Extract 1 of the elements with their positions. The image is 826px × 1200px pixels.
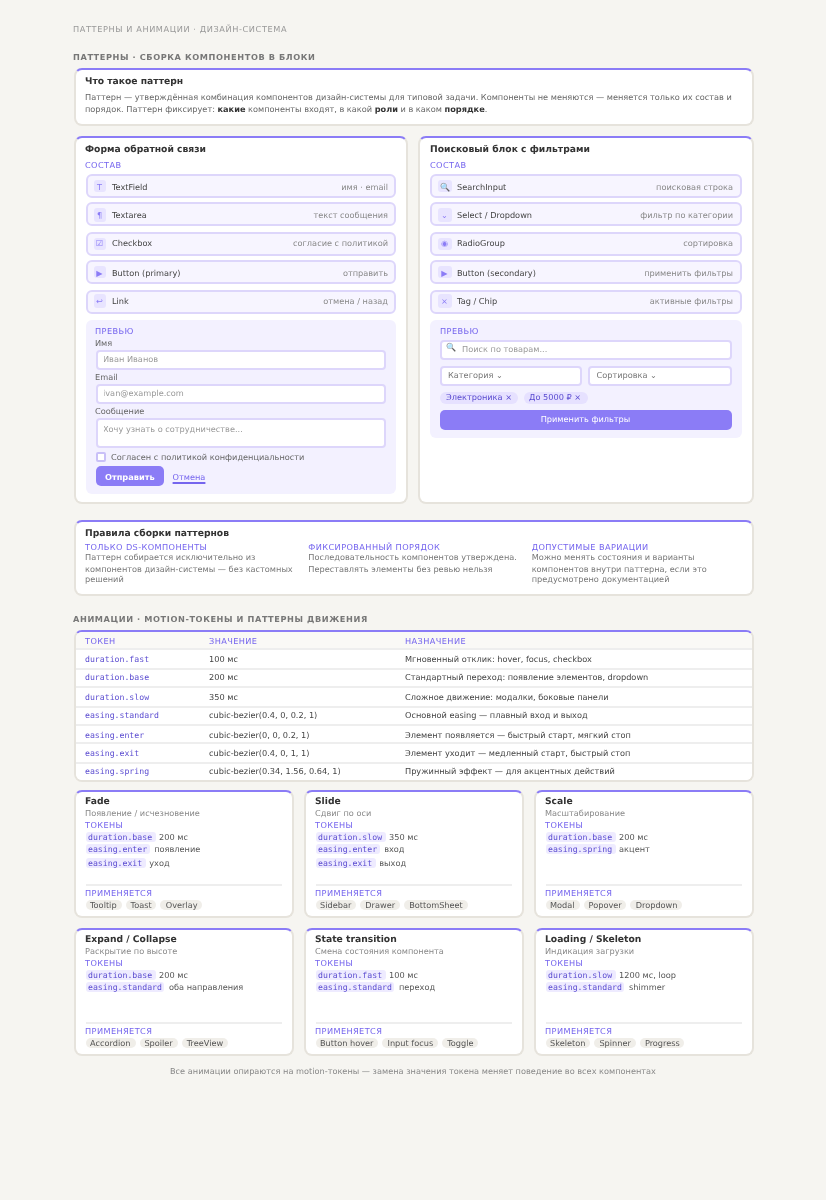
checkbox[interactable] <box>95 452 105 463</box>
